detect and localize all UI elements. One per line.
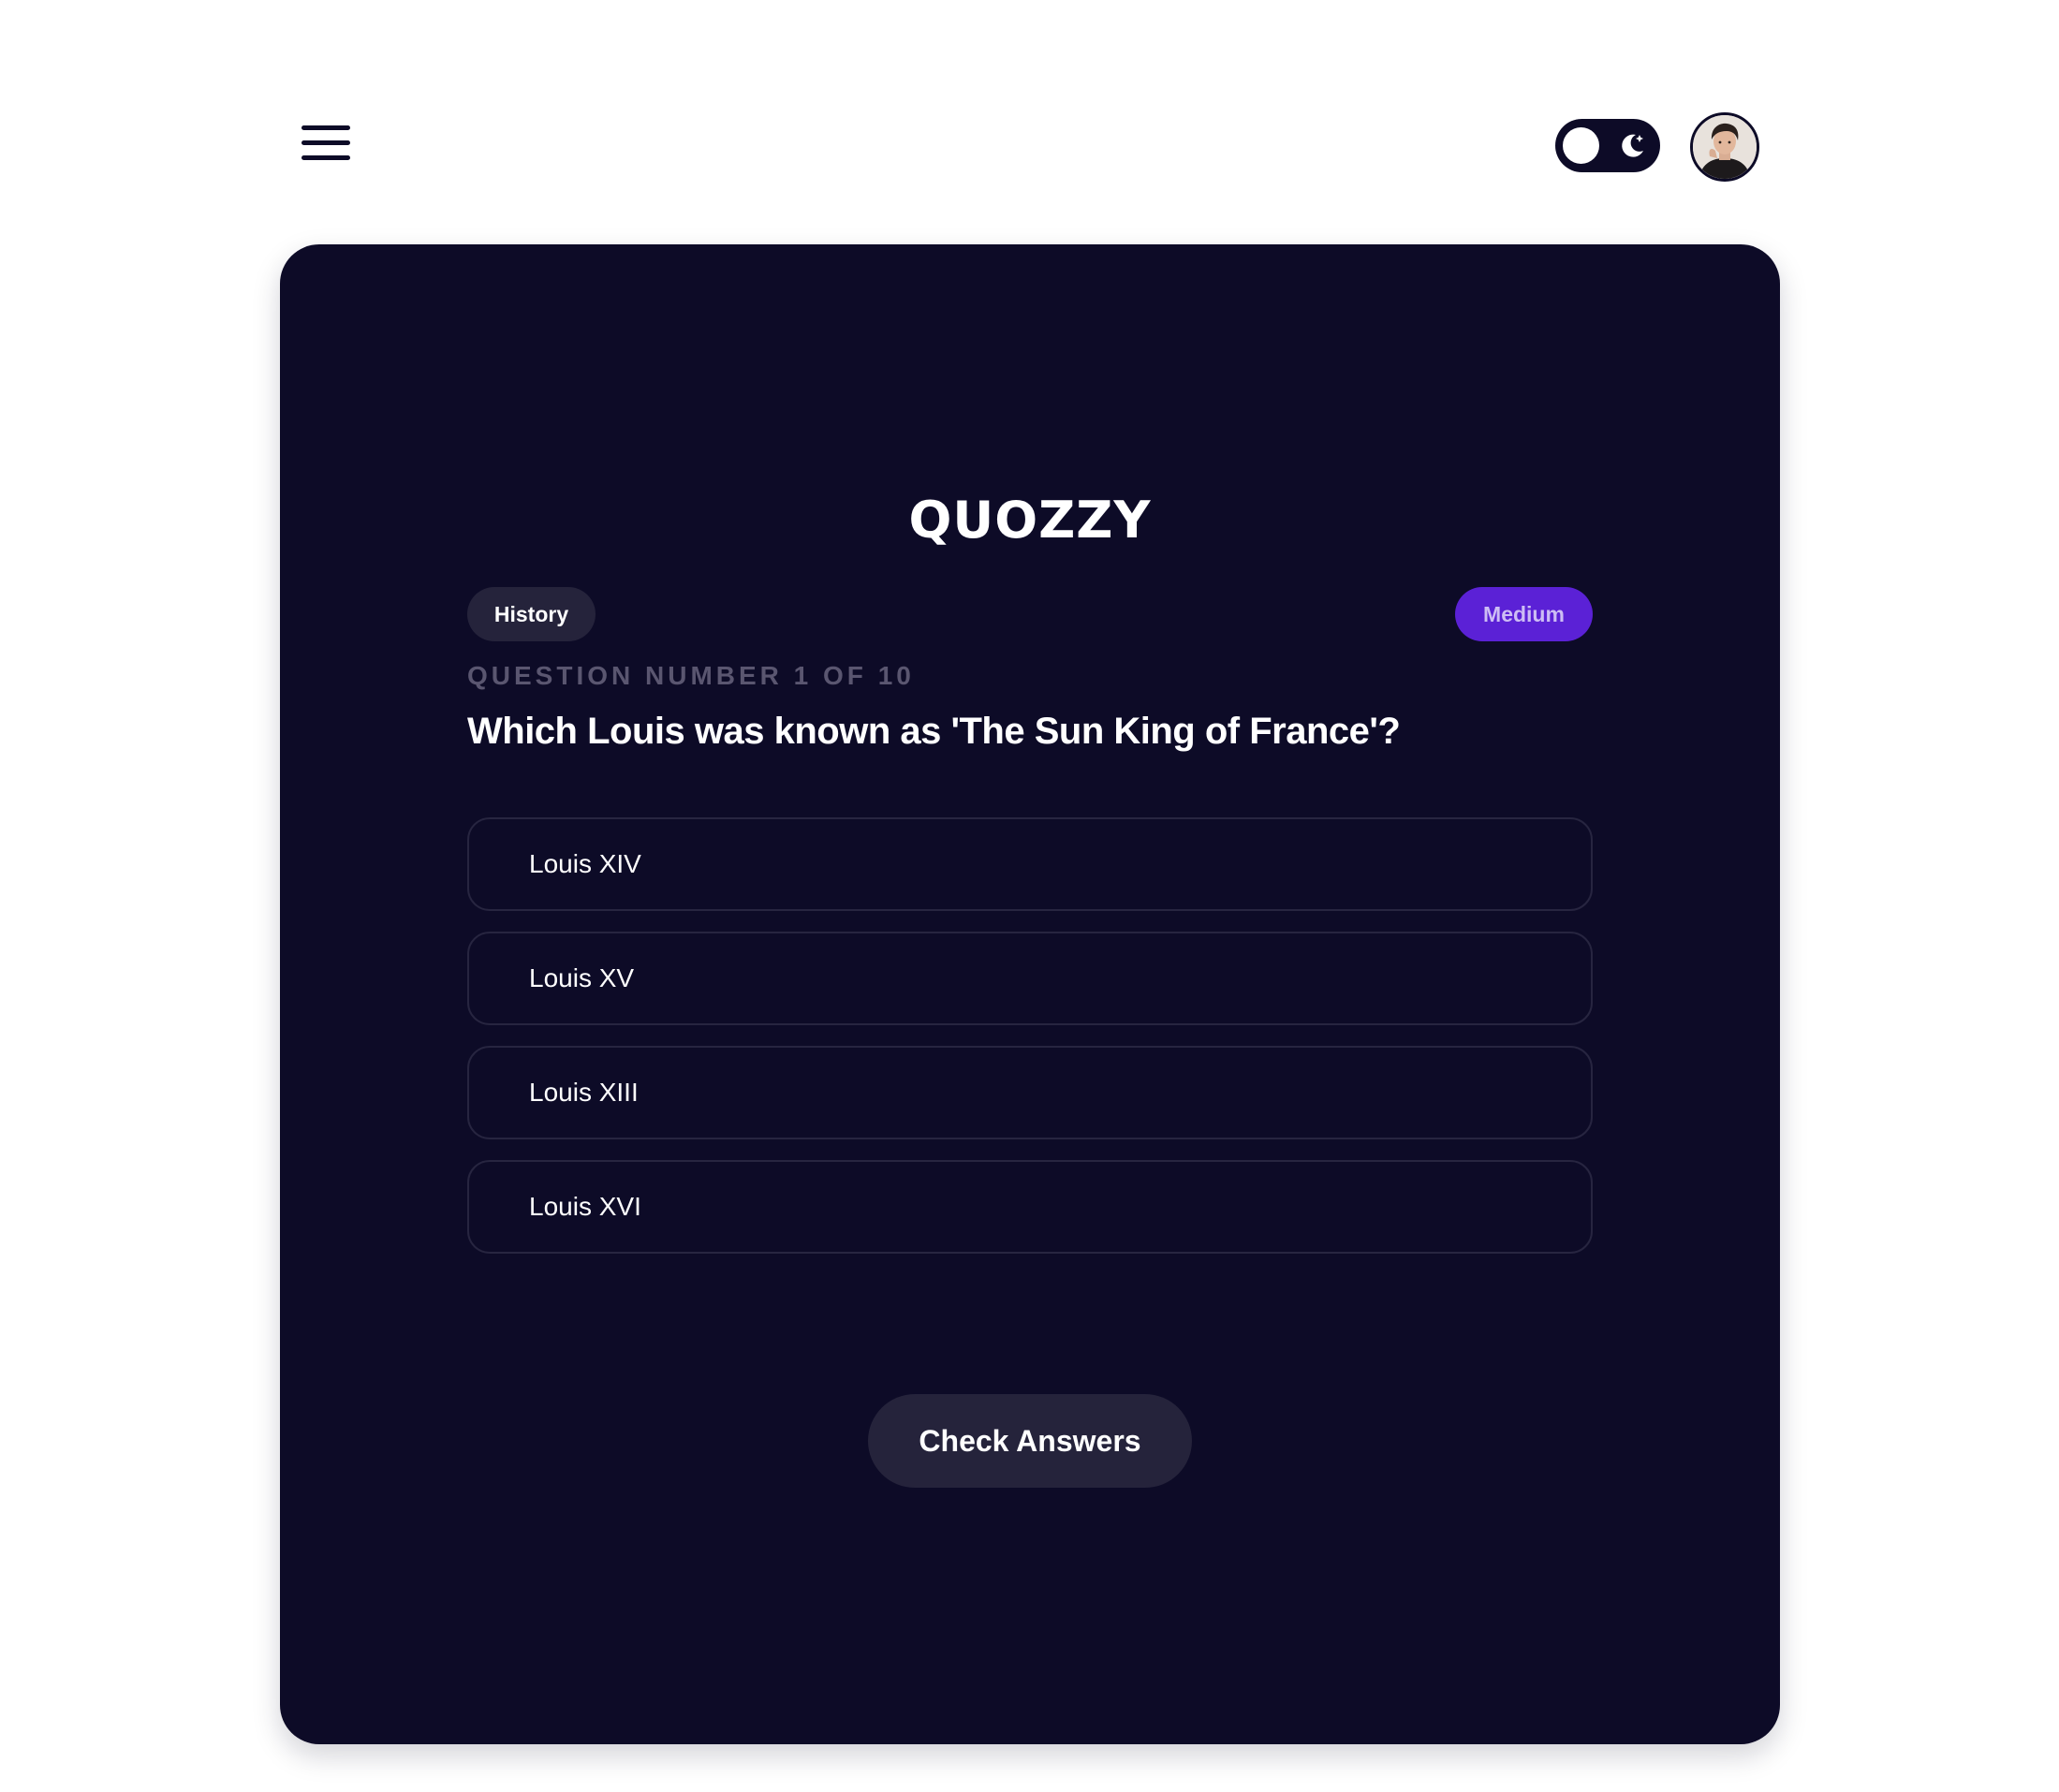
answer-options: Louis XIV Louis XV Louis XIII Louis XVI (467, 817, 1593, 1274)
quiz-card: QUOZZY History Medium QUESTION NUMBER 1 … (280, 244, 1780, 1744)
answer-option[interactable]: Louis XIV (467, 817, 1593, 911)
toggle-knob (1563, 127, 1599, 164)
avatar[interactable] (1690, 112, 1759, 182)
check-answers-button[interactable]: Check Answers (868, 1394, 1192, 1488)
answer-option-label: Louis XV (529, 963, 635, 992)
top-bar (0, 0, 2059, 234)
moon-star-icon (1622, 134, 1643, 157)
difficulty-badge: Medium (1455, 587, 1593, 641)
menu-line (301, 140, 350, 145)
answer-option-label: Louis XVI (529, 1192, 641, 1221)
answer-option-label: Louis XIV (529, 849, 641, 878)
answer-option-label: Louis XIII (529, 1078, 639, 1107)
user-avatar-icon (1693, 115, 1757, 179)
question-text: Which Louis was known as 'The Sun King o… (467, 711, 1401, 752)
menu-line (301, 125, 350, 130)
category-badge: History (467, 587, 596, 641)
question-counter: QUESTION NUMBER 1 OF 10 (467, 661, 915, 690)
answer-option[interactable]: Louis XIII (467, 1046, 1593, 1139)
menu-line (301, 155, 350, 160)
hamburger-menu-icon[interactable] (298, 120, 354, 167)
answer-option[interactable]: Louis XVI (467, 1160, 1593, 1254)
theme-toggle[interactable] (1555, 119, 1660, 172)
answer-option[interactable]: Louis XV (467, 932, 1593, 1025)
app-logo-title: QUOZZY (908, 491, 1152, 550)
